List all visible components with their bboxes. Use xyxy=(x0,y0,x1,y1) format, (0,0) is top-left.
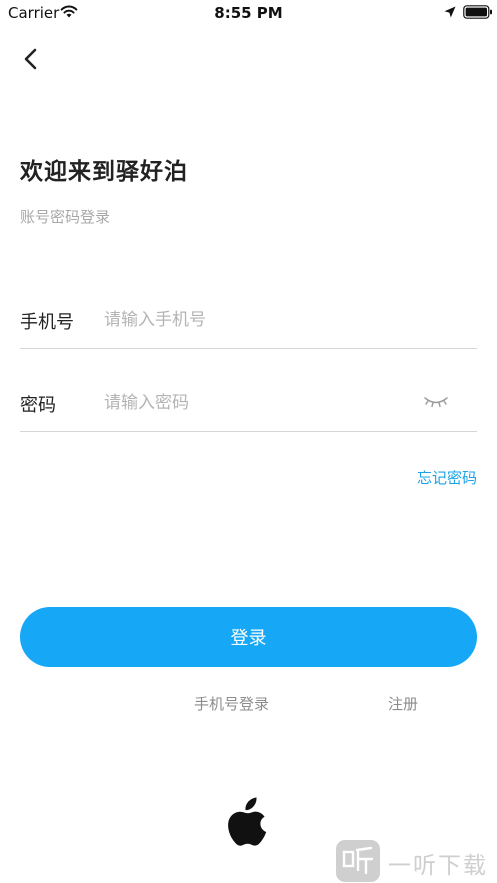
phone-login-link[interactable]: 手机号登录 xyxy=(194,693,269,714)
phone-input[interactable] xyxy=(104,304,404,336)
page-title: 欢迎来到驿好泊 xyxy=(20,159,188,185)
register-link[interactable]: 注册 xyxy=(388,693,418,714)
back-button[interactable] xyxy=(16,44,46,74)
watermark-logo-icon xyxy=(336,840,380,882)
password-input[interactable] xyxy=(104,387,404,419)
page-subtitle: 账号密码登录 xyxy=(20,208,111,226)
phone-field-row: 手机号 xyxy=(20,298,477,349)
watermark: 一听下载 xyxy=(336,840,496,882)
battery-icon xyxy=(463,5,492,19)
chevron-left-icon xyxy=(24,48,37,70)
watermark-text: 一听下载 xyxy=(388,853,488,879)
status-bar: Carrier 8:55 PM xyxy=(0,0,497,28)
status-time: 8:55 PM xyxy=(214,4,283,22)
password-field-row: 密码 xyxy=(20,381,477,432)
login-button[interactable]: 登录 xyxy=(20,607,477,667)
forgot-password-link[interactable]: 忘记密码 xyxy=(417,467,477,488)
eye-closed-icon[interactable] xyxy=(423,393,449,411)
password-label: 密码 xyxy=(20,395,56,416)
watermark-glyph-icon xyxy=(342,846,374,875)
phone-label: 手机号 xyxy=(20,312,74,333)
apple-icon[interactable] xyxy=(227,797,269,849)
location-arrow-icon xyxy=(444,6,456,18)
login-screen: Carrier 8:55 PM 欢迎来到驿好泊 账号密码登录 手机号 密码 xyxy=(0,0,497,883)
